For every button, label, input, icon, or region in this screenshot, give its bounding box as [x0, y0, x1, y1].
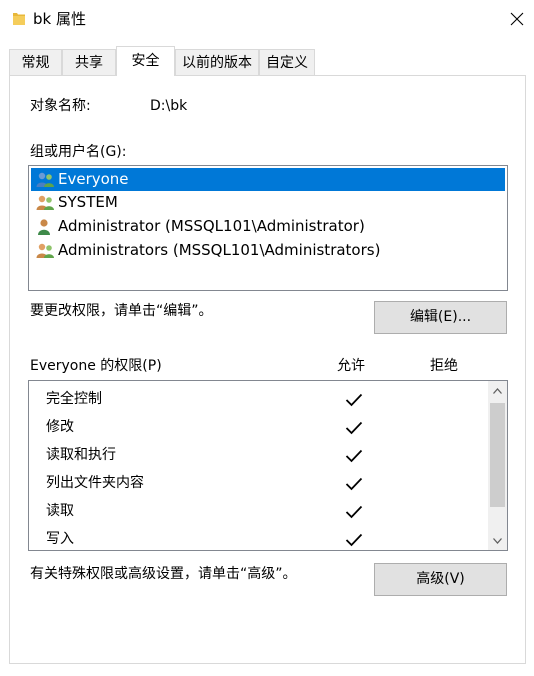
close-button[interactable]: [500, 0, 534, 38]
permission-name: 列出文件夹内容: [46, 475, 144, 491]
tab-sharing[interactable]: 共享: [62, 49, 116, 75]
scroll-down-button[interactable]: [488, 531, 507, 550]
edit-button[interactable]: 编辑(E)...: [374, 301, 507, 334]
object-name-label: 对象名称:: [30, 98, 91, 114]
check-icon: [345, 505, 363, 519]
permission-row: 写入: [29, 525, 485, 550]
users-listbox[interactable]: Everyone SYSTEM Administrator (MSSQL101\…: [28, 165, 508, 291]
title-bar: bk 属性: [0, 0, 534, 38]
permission-name: 修改: [46, 419, 74, 435]
check-icon: [345, 421, 363, 435]
tab-previous-versions[interactable]: 以前的版本: [175, 49, 259, 75]
advanced-button[interactable]: 高级(V): [374, 563, 507, 596]
allow-header: 允许: [337, 358, 365, 374]
close-icon: [510, 12, 524, 26]
check-icon: [345, 393, 363, 407]
advanced-hint: 有关特殊权限或高级设置，请单击“高级”。: [30, 566, 297, 582]
user-group-icon: [36, 243, 54, 258]
permission-row: 修改: [29, 413, 485, 441]
permission-row: 列出文件夹内容: [29, 469, 485, 497]
folder-icon: [13, 13, 25, 25]
tab-customize[interactable]: 自定义: [259, 49, 315, 75]
user-name: Administrator (MSSQL101\Administrator): [58, 217, 365, 235]
permission-row: 完全控制: [29, 385, 485, 413]
edit-hint: 要更改权限，请单击“编辑”。: [30, 303, 213, 319]
scroll-up-button[interactable]: [488, 381, 507, 400]
check-icon: [345, 533, 363, 547]
scroll-thumb[interactable]: [490, 403, 505, 507]
permission-row: 读取和执行: [29, 441, 485, 469]
check-icon: [345, 477, 363, 491]
permissions-list[interactable]: 完全控制 修改 读取和执行 列出文件夹内容 读取 写入: [28, 380, 508, 551]
permission-name: 写入: [46, 531, 74, 547]
permission-name: 读取和执行: [46, 447, 116, 463]
list-item-administrator[interactable]: Administrator (MSSQL101\Administrator): [31, 215, 505, 238]
user-name: SYSTEM: [58, 193, 118, 211]
chevron-down-icon: [493, 537, 502, 544]
check-icon: [345, 449, 363, 463]
permission-row: 读取: [29, 497, 485, 525]
user-group-icon: [36, 172, 54, 187]
user-name: Administrators (MSSQL101\Administrators): [58, 241, 381, 259]
groups-label: 组或用户名(G):: [30, 144, 127, 160]
permissions-label: Everyone 的权限(P): [30, 358, 162, 374]
permission-name: 读取: [46, 503, 74, 519]
chevron-up-icon: [493, 387, 502, 394]
tab-general[interactable]: 常规: [9, 49, 62, 75]
user-name: Everyone: [58, 170, 129, 188]
object-name-value: D:\bk: [150, 98, 188, 114]
permission-name: 完全控制: [46, 391, 102, 407]
permissions-scrollbar[interactable]: [488, 381, 507, 550]
user-group-icon: [36, 195, 54, 210]
list-item-everyone[interactable]: Everyone: [31, 168, 505, 191]
list-item-administrators[interactable]: Administrators (MSSQL101\Administrators): [31, 239, 505, 262]
tab-security[interactable]: 安全: [116, 46, 175, 76]
list-item-system[interactable]: SYSTEM: [31, 191, 505, 214]
properties-dialog: bk 属性 常规 共享 安全 以前的版本 自定义 对象名称: D:\bk 组或用…: [0, 0, 534, 676]
user-icon: [38, 219, 50, 235]
deny-header: 拒绝: [430, 358, 458, 374]
window-title: bk 属性: [33, 10, 86, 28]
